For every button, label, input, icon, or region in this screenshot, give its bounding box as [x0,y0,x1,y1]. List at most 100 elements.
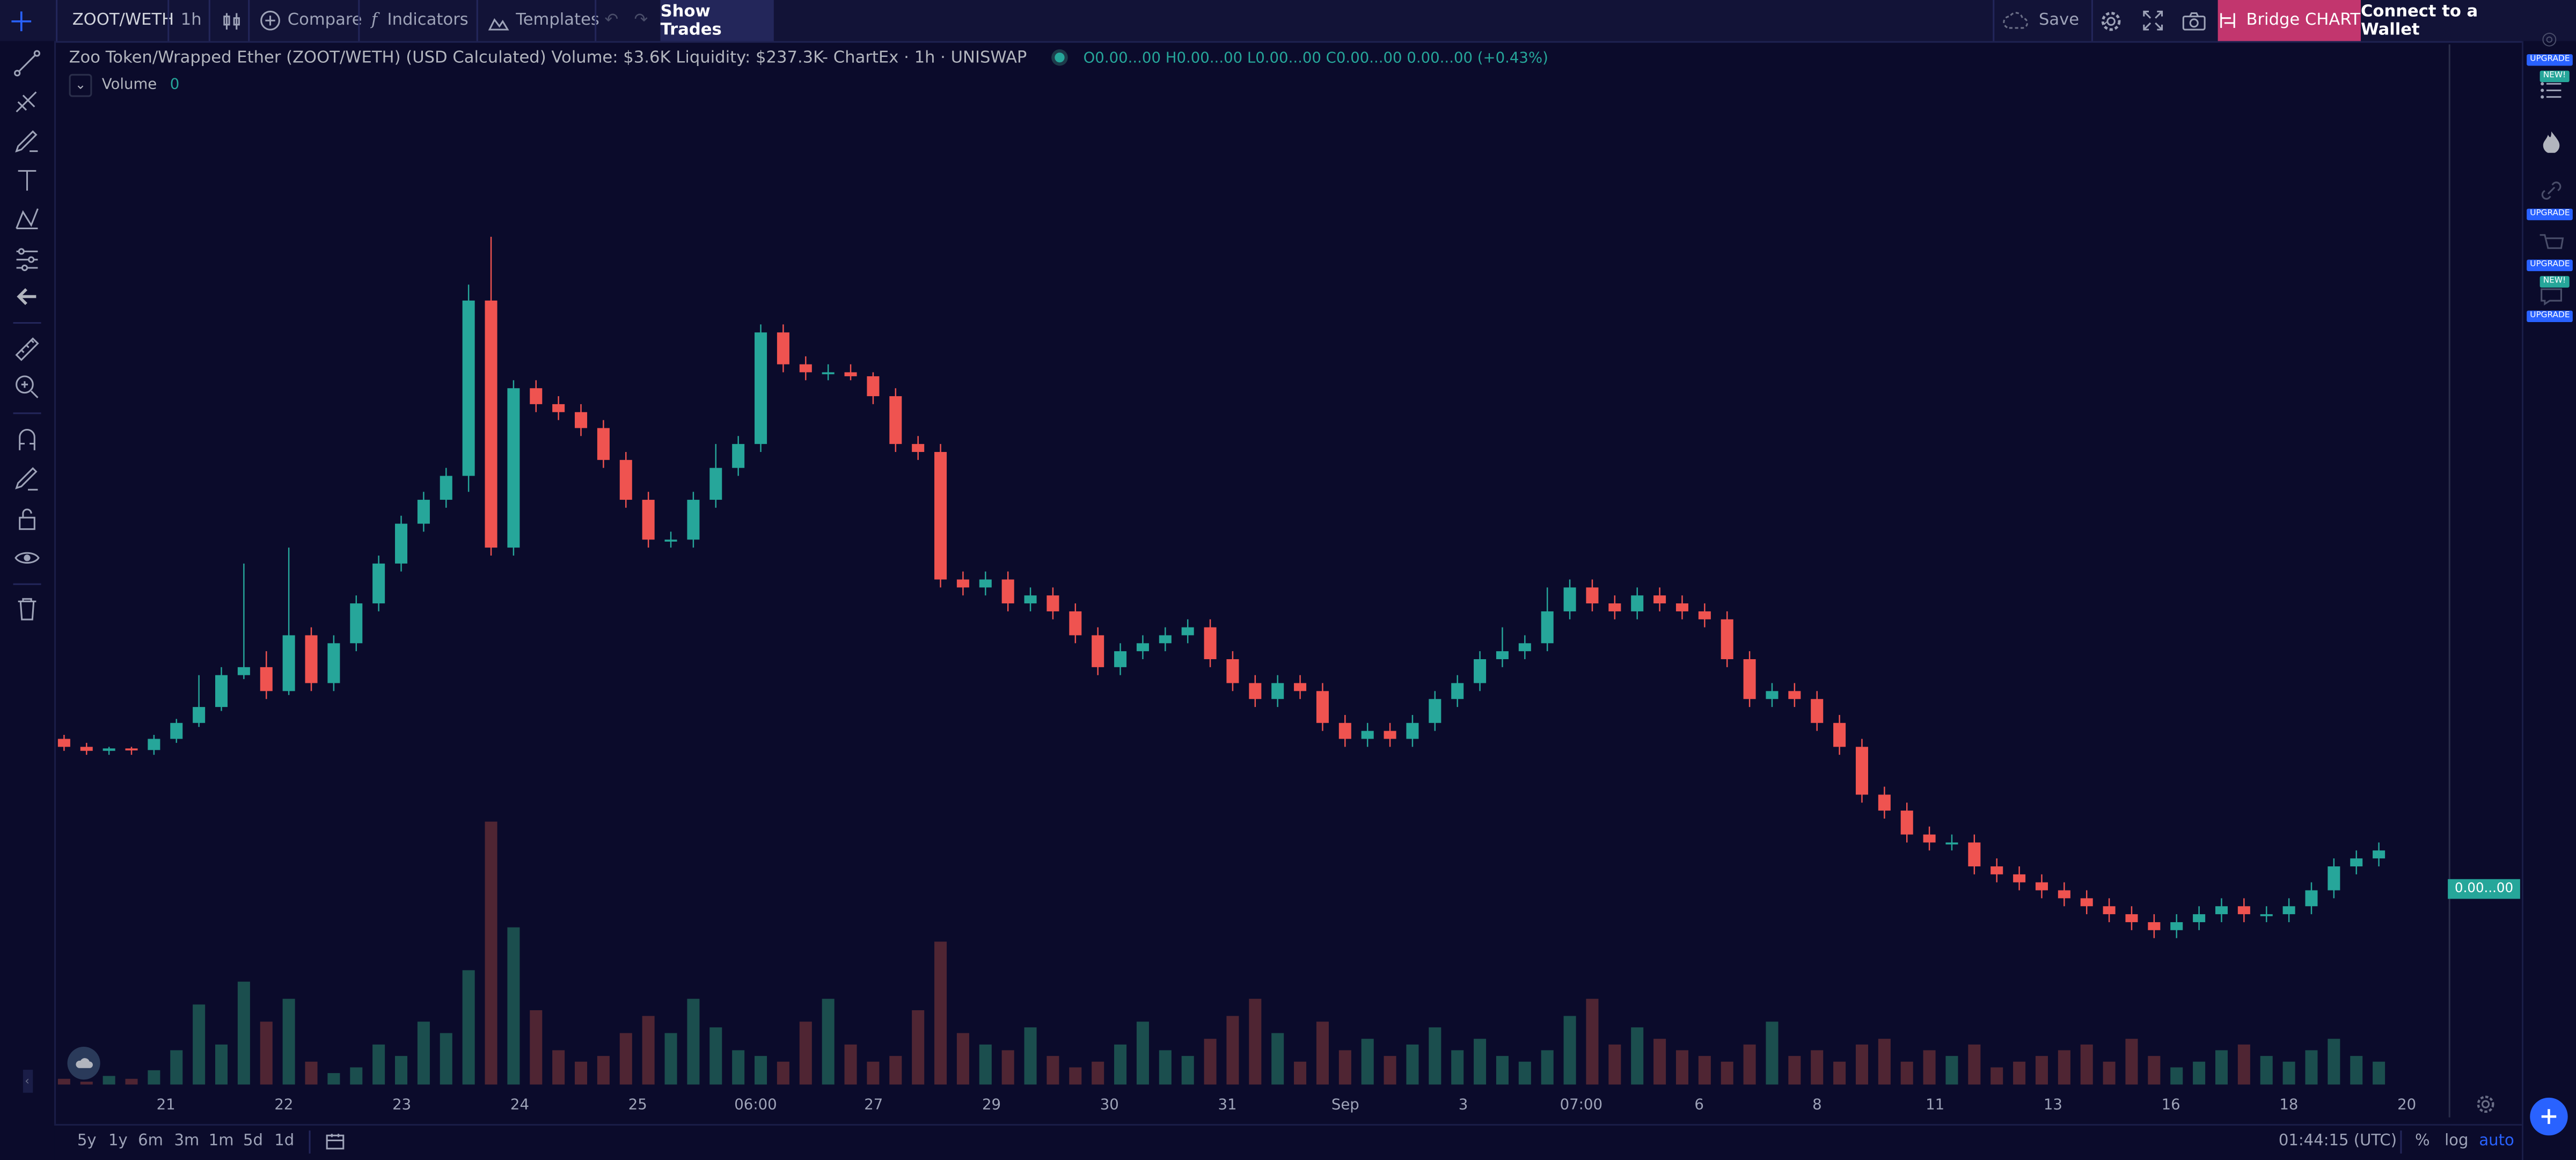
watchlist-icon[interactable] [2540,81,2563,100]
pattern-tool-icon[interactable] [13,206,41,234]
templates-button[interactable]: Templates [488,0,599,41]
range-1d[interactable]: 1d [274,1132,294,1150]
bridge-chart-button[interactable]: Bridge CHART [2218,0,2361,41]
volume-bar [372,1044,385,1085]
volume-bar [1226,1016,1239,1085]
candle-body [1653,595,1666,604]
collapse-toolbar-icon[interactable]: ‹ [22,1069,32,1093]
screenshot-button[interactable] [2182,0,2206,41]
flame-icon[interactable] [2542,130,2562,153]
volume-bar [889,1056,902,1085]
volume-bar [1878,1039,1891,1085]
range-5y[interactable]: 5y [77,1132,97,1150]
volume-bar [1069,1067,1082,1085]
prediction-tool-icon[interactable] [13,245,41,273]
price-chart[interactable]: 21 22 23 24 25 06:00 27 29 30 31 Sep 3 07:00 6 8 11 13 16… [54,41,2522,1124]
volume-bar [2260,1056,2273,1085]
utc-clock[interactable]: 01:44:15 (UTC) [2279,1132,2397,1150]
log-toggle[interactable]: log [2445,1132,2468,1150]
volume-bar [979,1044,992,1085]
indicators-button[interactable]: f Indicators [371,0,469,41]
candle-body [1069,611,1082,636]
candle-body [934,451,947,580]
volume-bar [956,1033,969,1085]
range-3m[interactable]: 3m [174,1132,199,1150]
volume-bar [327,1073,340,1085]
fullscreen-button[interactable] [2142,0,2164,41]
trend-line-icon[interactable] [13,49,41,77]
volume-bar [148,1070,160,1085]
candle-body [1968,842,1981,867]
volume-bar [1204,1039,1217,1085]
crosshair-icon[interactable] [10,0,46,41]
link-icon[interactable] [2540,179,2563,202]
range-1y[interactable]: 1y [108,1132,128,1150]
brush-icon[interactable] [13,128,41,156]
candle-body [1384,731,1396,739]
candle-body [1608,603,1621,611]
axis-settings-icon[interactable] [2476,1095,2496,1114]
auto-toggle[interactable]: auto [2479,1132,2514,1150]
time-tick-label: 07:00 [1560,1096,1602,1113]
save-button[interactable]: Save ⌄ [2003,0,2110,41]
candle-body [575,412,588,428]
bottom-toolbar: 5y 1y 6m 3m 1m 5d 1d 01:44:15 (UTC) % lo… [54,1123,2522,1160]
percent-toggle[interactable]: % [2415,1132,2430,1150]
candle-body [2373,850,2385,859]
compare-button[interactable]: Compare [260,0,362,41]
candle-body [1900,811,1913,835]
back-arrow-icon[interactable] [13,283,41,311]
undo-button[interactable]: ↶ [605,0,619,41]
eye-icon[interactable] [13,544,41,572]
watch-eye-icon[interactable]: ◎ [2542,28,2557,49]
volume-legend: ⌄ Volume 0 [69,74,179,97]
volume-bar [1136,1022,1149,1085]
symbol-search[interactable]: ZOOT/WETH [72,0,174,41]
volume-bar [2373,1061,2385,1085]
range-5d[interactable]: 5d [243,1132,263,1150]
shopping-icon[interactable] [2538,232,2565,252]
text-tool-icon[interactable] [13,166,41,194]
volume-bar [642,1016,655,1085]
volume-bar [1541,1050,1554,1085]
volume-bar [1159,1050,1172,1085]
trash-icon[interactable] [13,595,41,623]
magnet-icon[interactable] [13,426,41,454]
lock-icon[interactable] [13,505,41,532]
range-6m[interactable]: 6m [138,1132,163,1150]
chat-icon[interactable] [2540,286,2563,306]
volume-bar [844,1044,857,1085]
connect-label: Connect to a Wallet [2360,2,2478,39]
candle-body [1181,627,1194,636]
settings-button[interactable] [2099,0,2123,41]
volume-bar [1384,1056,1396,1085]
last-price-label: 0.00...00 [2455,880,2514,896]
volume-bar [1518,1061,1531,1085]
range-1m[interactable]: 1m [209,1132,234,1150]
show-trades-button[interactable]: Show Trades [660,0,774,41]
redo-button[interactable]: ↷ [634,0,648,41]
candle-body [822,372,835,375]
volume-bar [687,998,700,1085]
candle-body [2215,906,2228,915]
time-tick-label: 31 [1218,1096,1237,1113]
candle-body [350,603,363,644]
logo[interactable] [67,1046,100,1080]
volume-bar [867,1061,880,1085]
volume-bar [1316,1022,1329,1085]
fib-tool-icon[interactable] [13,89,41,116]
volume-bar [305,1061,318,1085]
zoom-icon[interactable] [13,373,41,401]
goto-date-icon[interactable] [325,1132,345,1152]
status-dot-icon [1055,52,1065,63]
chart-type-button[interactable] [220,0,243,41]
collapse-legend-button[interactable]: ⌄ [69,74,92,97]
stay-drawing-icon[interactable] [13,465,41,493]
candle-body [1923,834,1936,843]
ruler-icon[interactable] [13,335,41,363]
candle-body [1811,699,1824,723]
interval-button[interactable]: 1h [181,0,202,41]
add-widget-button[interactable] [2530,1097,2568,1136]
connect-wallet-button[interactable]: Connect to a Wallet [2361,0,2522,41]
volume-bar [1945,1056,1958,1085]
